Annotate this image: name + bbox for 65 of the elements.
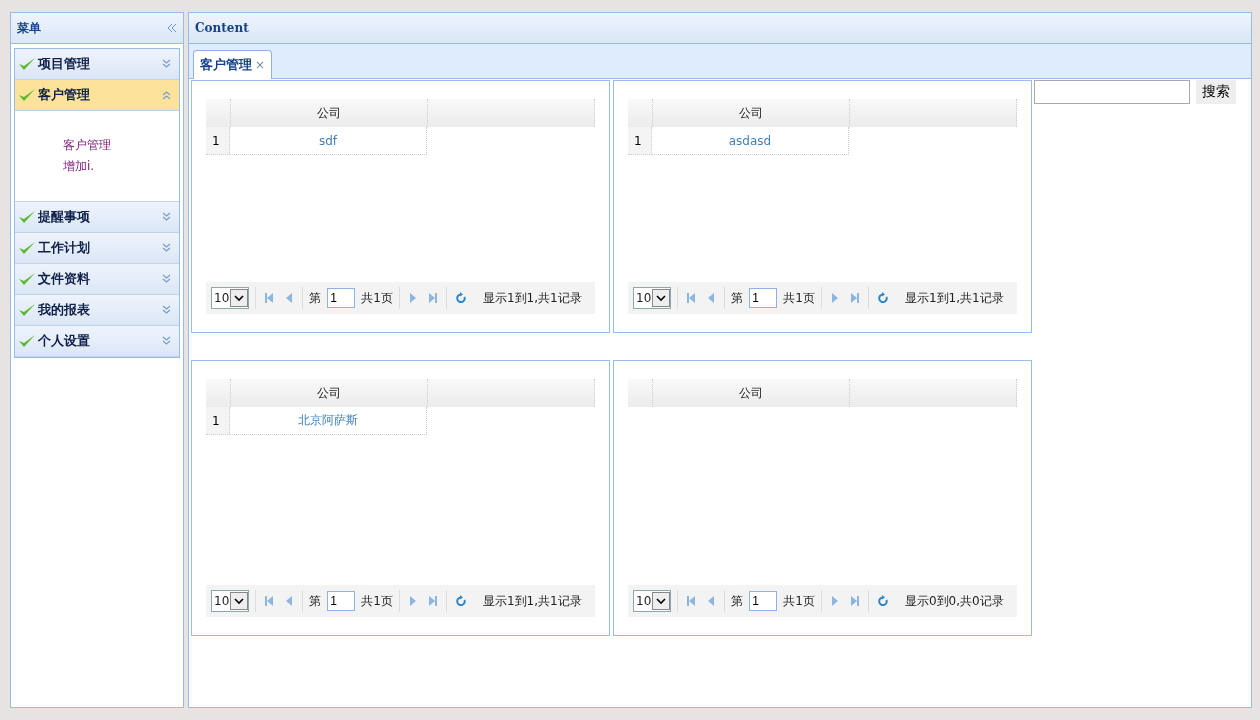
dropdown-caret-icon[interactable] bbox=[652, 289, 671, 307]
chevron-down-icon[interactable] bbox=[162, 243, 171, 253]
record-summary: 显示1到1,共1记录 bbox=[482, 289, 582, 307]
page-size-select[interactable]: 10 bbox=[211, 590, 250, 612]
record-summary: 显示1到1,共1记录 bbox=[904, 289, 1004, 307]
page-size-select[interactable]: 10 bbox=[633, 287, 672, 309]
page-total: 共1页 bbox=[783, 592, 815, 610]
sidebar-title: 菜单 bbox=[17, 19, 41, 37]
page-total: 共1页 bbox=[361, 289, 393, 307]
collapse-icon[interactable] bbox=[167, 23, 177, 33]
chevron-up-icon[interactable] bbox=[162, 90, 171, 100]
page-size-select[interactable]: 10 bbox=[633, 590, 672, 612]
record-summary: 显示1到1,共1记录 bbox=[482, 592, 582, 610]
page-size-select[interactable]: 10 bbox=[211, 287, 250, 309]
menu-item[interactable]: 个人设置 bbox=[15, 326, 179, 357]
content-title: Content bbox=[195, 21, 249, 35]
page-input[interactable]: 1 bbox=[327, 591, 356, 611]
close-button[interactable]: × bbox=[255, 58, 266, 72]
table-cell[interactable]: sdf bbox=[230, 127, 427, 155]
dropdown-caret-icon[interactable] bbox=[230, 289, 249, 307]
column-header[interactable]: 公司 bbox=[653, 379, 850, 407]
menu-item[interactable]: 提醒事项 bbox=[15, 202, 179, 233]
page-label: 第 bbox=[731, 592, 744, 610]
menu-item[interactable]: 我的报表 bbox=[15, 295, 179, 326]
chevron-down-icon[interactable] bbox=[162, 212, 171, 222]
row-number: 1 bbox=[628, 127, 652, 155]
dropdown-caret-icon[interactable] bbox=[652, 592, 671, 610]
record-summary: 显示0到0,共0记录 bbox=[904, 592, 1004, 610]
submenu-link[interactable]: 客户管理 bbox=[63, 137, 179, 154]
page-input[interactable]: 1 bbox=[327, 288, 356, 308]
tab[interactable]: 客户管理 × bbox=[193, 50, 273, 79]
page-total: 共1页 bbox=[361, 592, 393, 610]
checkmark-icon bbox=[18, 302, 36, 318]
checkmark-icon bbox=[18, 87, 36, 103]
checkmark-icon bbox=[18, 240, 36, 256]
checkmark-icon bbox=[18, 271, 36, 287]
page-label: 第 bbox=[309, 592, 322, 610]
chevron-down-icon[interactable] bbox=[162, 59, 171, 69]
page-label: 第 bbox=[731, 289, 744, 307]
menu-item[interactable]: 工作计划 bbox=[15, 233, 179, 264]
chevron-down-icon[interactable] bbox=[162, 336, 171, 346]
row-number: 1 bbox=[206, 407, 230, 435]
menu-item[interactable]: 文件资料 bbox=[15, 264, 179, 295]
row-number: 1 bbox=[206, 127, 230, 155]
tab-label[interactable]: 客户管理 bbox=[200, 56, 252, 74]
checkmark-icon bbox=[18, 209, 36, 225]
chevron-down-icon[interactable] bbox=[162, 305, 171, 315]
dropdown-caret-icon[interactable] bbox=[230, 592, 249, 610]
checkmark-icon bbox=[18, 333, 36, 349]
page-total: 共1页 bbox=[783, 289, 815, 307]
page-label: 第 bbox=[309, 289, 322, 307]
column-header[interactable]: 公司 bbox=[231, 379, 428, 407]
menu-item[interactable]: 客户管理 bbox=[15, 80, 179, 111]
search-button[interactable]: 搜索 bbox=[1196, 80, 1236, 104]
column-header[interactable]: 公司 bbox=[231, 99, 428, 127]
page-input[interactable]: 1 bbox=[749, 591, 778, 611]
table-cell[interactable]: asdasd bbox=[652, 127, 849, 155]
search-field[interactable] bbox=[1034, 80, 1190, 104]
submenu-link[interactable]: 增加i. bbox=[63, 158, 179, 175]
chevron-down-icon[interactable] bbox=[162, 274, 171, 284]
page-input[interactable]: 1 bbox=[749, 288, 778, 308]
table-cell[interactable]: 北京阿萨斯 bbox=[230, 407, 427, 435]
checkmark-icon bbox=[18, 56, 36, 72]
column-header[interactable]: 公司 bbox=[653, 99, 850, 127]
menu-item[interactable]: 项目管理 bbox=[15, 49, 179, 80]
